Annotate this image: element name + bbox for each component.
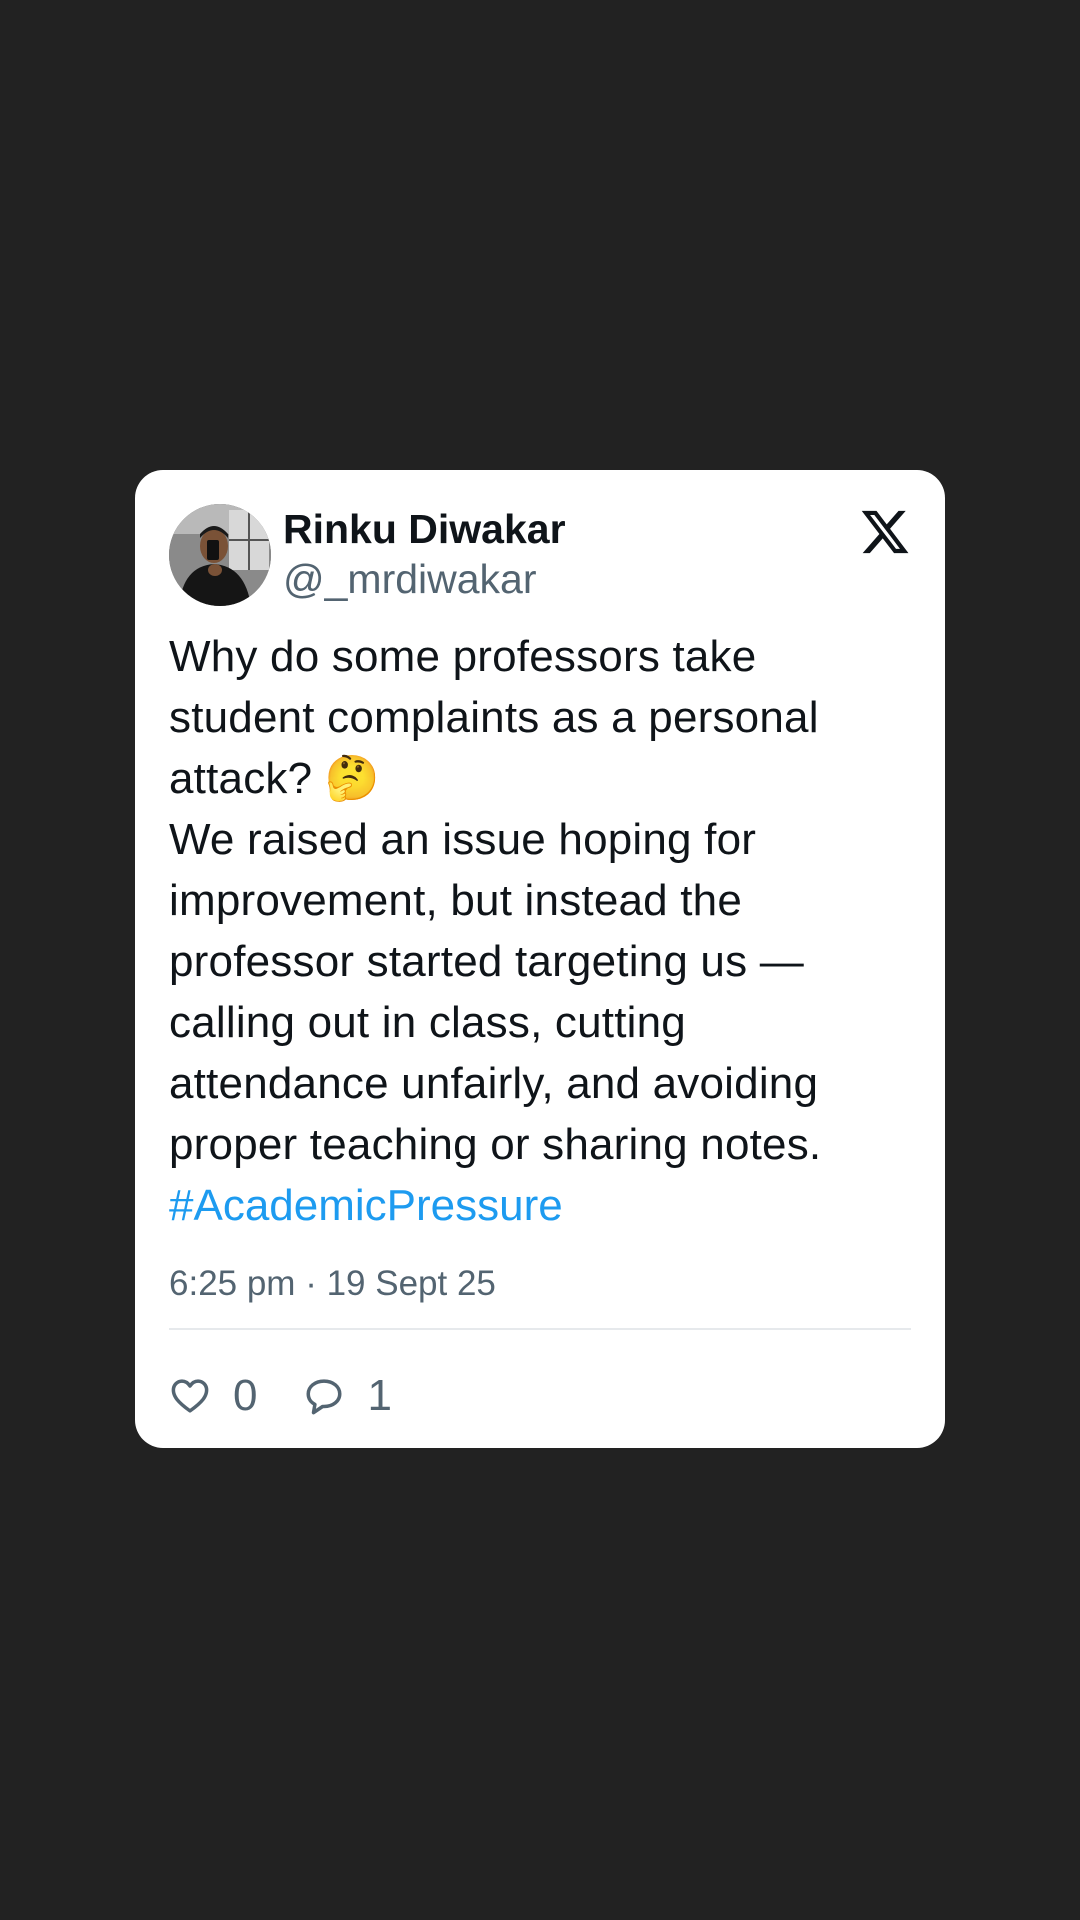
reply-count: 1: [367, 1371, 392, 1420]
author-display-name[interactable]: Rinku Diwakar: [283, 504, 566, 554]
heart-icon: [171, 1379, 209, 1413]
avatar[interactable]: [169, 504, 271, 606]
reply-button[interactable]: 1: [303, 1371, 392, 1421]
post-text: Why do some professors take student comp…: [169, 632, 822, 1169]
action-bar: 0 1: [169, 1366, 911, 1426]
x-logo-icon[interactable]: [859, 506, 911, 558]
author-handle[interactable]: @_mrdiwakar: [283, 554, 566, 604]
reply-bubble-icon: [306, 1379, 342, 1415]
post-header: Rinku Diwakar @_mrdiwakar: [169, 504, 911, 606]
post-card: Rinku Diwakar @_mrdiwakar Why do some pr…: [135, 470, 945, 1448]
hashtag-link[interactable]: #AcademicPressure: [169, 1175, 911, 1236]
post-timestamp[interactable]: 6:25 pm · 19 Sept 25: [169, 1262, 911, 1306]
author-names: Rinku Diwakar @_mrdiwakar: [283, 504, 566, 604]
like-count: 0: [233, 1371, 258, 1420]
like-button[interactable]: 0: [169, 1371, 257, 1421]
divider: [169, 1328, 911, 1330]
avatar-photo: [169, 504, 271, 606]
